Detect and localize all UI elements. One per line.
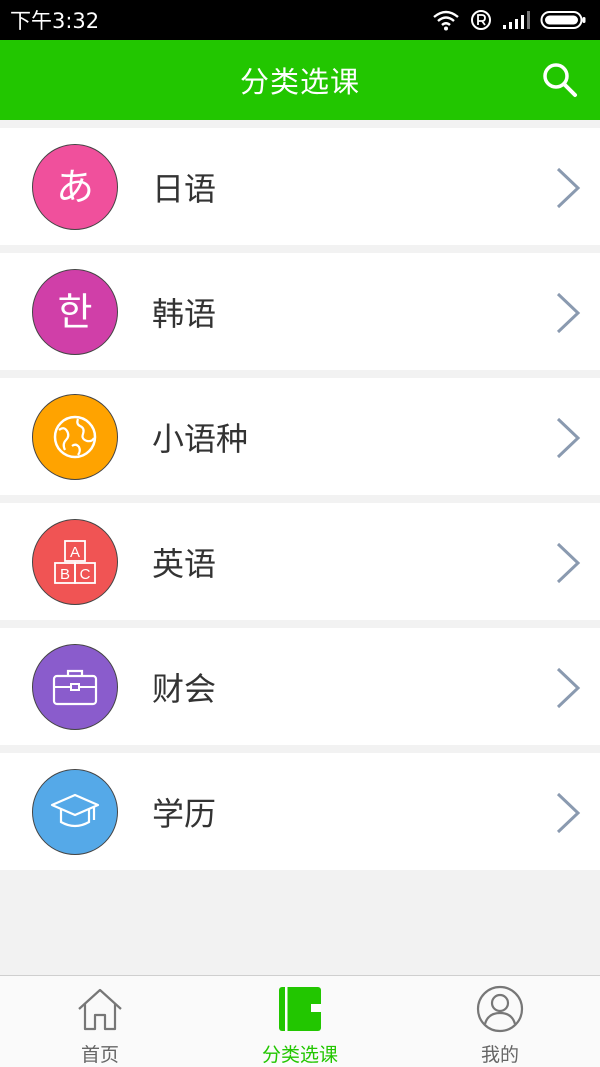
hiragana-icon: あ — [32, 144, 118, 230]
category-list: あ 日语 한 韩语 小语种 A B C 英语 财会 学历 — [0, 128, 600, 878]
chevron-right-icon — [556, 292, 581, 334]
category-item-education[interactable]: 学历 — [0, 753, 600, 870]
category-item-english[interactable]: A B C 英语 — [0, 503, 600, 620]
tab-categories[interactable]: 分类选课 — [200, 976, 400, 1067]
battery-icon — [540, 11, 586, 29]
app-header: 分类选课 — [0, 40, 600, 120]
search-icon — [543, 63, 577, 97]
status-time: 下午3:32 — [10, 9, 100, 33]
briefcase-icon — [32, 644, 118, 730]
registered-icon — [471, 10, 491, 30]
category-label: 小语种 — [152, 419, 249, 458]
home-icon — [76, 984, 124, 1034]
tab-profile[interactable]: 我的 — [400, 976, 600, 1067]
abc-blocks-icon: A B C — [32, 519, 118, 605]
tab-bar: 首页 分类选课 我的 — [0, 975, 600, 1067]
signal-icon — [503, 11, 530, 29]
status-icons — [432, 9, 586, 31]
category-label: 学历 — [152, 794, 217, 833]
category-label: 英语 — [152, 544, 217, 583]
chevron-right-icon — [556, 167, 581, 209]
chevron-right-icon — [556, 542, 581, 584]
chevron-right-icon — [556, 417, 581, 459]
category-item-accounting[interactable]: 财会 — [0, 628, 600, 745]
tab-home[interactable]: 首页 — [0, 976, 200, 1067]
category-item-minor-languages[interactable]: 小语种 — [0, 378, 600, 495]
wifi-icon — [433, 10, 459, 31]
svg-text:C: C — [80, 566, 91, 583]
page-title: 分类选课 — [239, 65, 360, 99]
tab-label: 首页 — [80, 1044, 119, 1066]
svg-text:B: B — [60, 566, 70, 583]
category-label: 日语 — [152, 169, 217, 208]
user-icon — [476, 984, 524, 1034]
chevron-right-icon — [556, 667, 581, 709]
status-bar: 下午3:32 — [0, 0, 600, 40]
search-button[interactable] — [540, 60, 580, 100]
tab-label: 分类选课 — [261, 1044, 338, 1066]
graduation-cap-icon — [32, 769, 118, 855]
svg-text:A: A — [70, 544, 80, 561]
globe-icon — [32, 394, 118, 480]
category-label: 财会 — [152, 669, 217, 708]
category-label: 韩语 — [152, 294, 217, 333]
hangul-icon: 한 — [32, 269, 118, 355]
book-icon — [276, 984, 324, 1034]
tab-label: 我的 — [480, 1044, 519, 1066]
category-item-korean[interactable]: 한 韩语 — [0, 253, 600, 370]
category-item-japanese[interactable]: あ 日语 — [0, 128, 600, 245]
chevron-right-icon — [556, 792, 581, 834]
